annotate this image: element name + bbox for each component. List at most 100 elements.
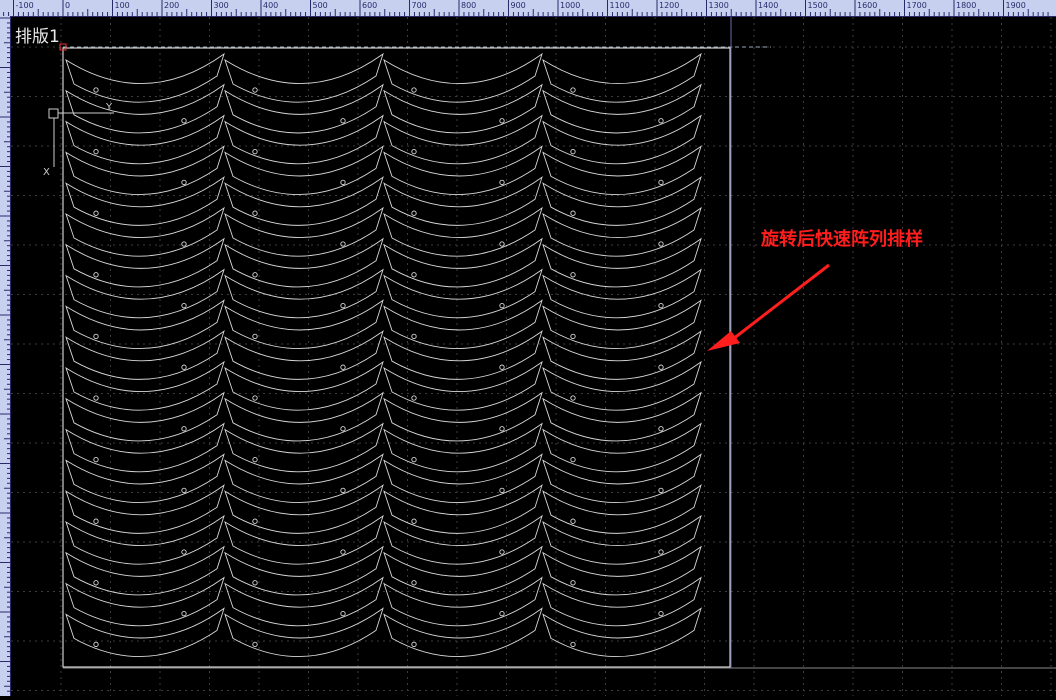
part-hole	[181, 241, 187, 247]
part-hole	[340, 487, 346, 494]
part-hole	[570, 333, 576, 340]
part-hole	[411, 210, 417, 216]
part-hole	[93, 395, 99, 401]
ruler-label: 600	[362, 1, 377, 10]
part-hole	[252, 87, 258, 93]
part-hole	[181, 610, 187, 617]
ruler-label: 1400	[758, 1, 778, 10]
part-hole	[252, 395, 258, 401]
part-hole	[658, 364, 664, 370]
part-hole	[93, 641, 99, 648]
ruler-label: 1100	[610, 1, 630, 10]
part-hole	[499, 241, 505, 247]
part-hole	[411, 395, 417, 401]
part-hole	[181, 549, 187, 555]
sheet-title: 排版1	[15, 27, 60, 47]
part-hole	[340, 302, 346, 309]
part-hole	[658, 302, 664, 309]
part-hole	[93, 333, 99, 340]
part-hole	[93, 518, 99, 524]
part-hole	[93, 580, 99, 586]
part-hole	[570, 87, 576, 93]
ruler-label: 700	[412, 1, 427, 10]
part-hole	[658, 549, 664, 555]
part-hole	[658, 426, 664, 432]
ruler-label: 800	[461, 1, 476, 10]
part-hole	[93, 148, 99, 155]
part-hole	[340, 241, 346, 247]
part-hole	[411, 87, 417, 93]
ruler-label: 1700	[907, 1, 927, 10]
part-hole	[340, 118, 346, 124]
axis-indicator: YX	[43, 102, 114, 178]
annotation-label: 旋转后快速阵列排样	[761, 229, 923, 250]
part-hole	[411, 333, 417, 340]
part-hole	[570, 641, 576, 648]
part-hole	[411, 641, 417, 648]
part-hole	[93, 272, 99, 278]
part-hole	[93, 87, 99, 93]
part-hole	[570, 580, 576, 586]
part-hole	[658, 179, 664, 186]
ruler-label: 1000	[560, 1, 580, 10]
ruler-label: 1800	[956, 1, 976, 10]
nested-part	[65, 52, 225, 103]
part-hole	[93, 210, 99, 216]
top-ruler: -100 0 100 200 300 400 500 600 700 800 900 1000 1100…	[0, 0, 1056, 17]
nested-part	[224, 52, 384, 103]
part-hole	[181, 302, 187, 309]
ruler-label: 1300	[709, 1, 729, 10]
part-hole	[658, 118, 664, 124]
ruler-label: 1500	[808, 1, 828, 10]
part-hole	[252, 272, 258, 278]
part-hole	[570, 395, 576, 401]
part-hole	[658, 241, 664, 247]
nesting-drawing[interactable]: YX	[11, 17, 1056, 696]
part-hole	[499, 364, 505, 370]
part-hole	[252, 148, 258, 155]
left-ruler	[0, 16, 11, 696]
nested-parts	[65, 52, 702, 658]
part-hole	[570, 272, 576, 278]
y-axis-label: Y	[105, 102, 113, 113]
part-hole	[411, 272, 417, 278]
background-grid	[11, 17, 1056, 696]
part-hole	[499, 487, 505, 494]
part-hole	[499, 426, 505, 432]
part-hole	[499, 610, 505, 617]
part-hole	[181, 118, 187, 124]
part-hole	[340, 426, 346, 432]
part-hole	[181, 179, 187, 186]
drawing-canvas[interactable]: YX 排版1 旋转后快速阵列排样	[11, 17, 1056, 696]
ruler-label: 500	[313, 1, 328, 10]
part-hole	[181, 487, 187, 494]
part-hole	[411, 456, 417, 463]
part-hole	[252, 580, 258, 586]
ruler-label: 1900	[1006, 1, 1026, 10]
part-hole	[570, 148, 576, 155]
part-hole	[252, 210, 258, 216]
ruler-label: 100	[115, 1, 130, 10]
part-hole	[570, 518, 576, 524]
part-hole	[252, 456, 258, 463]
part-hole	[570, 210, 576, 216]
part-hole	[252, 518, 258, 524]
part-hole	[411, 518, 417, 524]
part-hole	[93, 456, 99, 463]
nested-part	[542, 52, 702, 103]
part-hole	[411, 580, 417, 586]
ruler-label: 400	[263, 1, 278, 10]
part-hole	[340, 364, 346, 370]
part-hole	[499, 549, 505, 555]
ruler-label: 1600	[857, 1, 877, 10]
part-hole	[411, 148, 417, 155]
ruler-label: 900	[511, 1, 526, 10]
ruler-label: 0	[65, 1, 70, 10]
part-hole	[658, 610, 664, 617]
part-hole	[570, 456, 576, 463]
part-hole	[252, 333, 258, 340]
x-axis-label: X	[43, 167, 50, 178]
part-hole	[499, 118, 505, 124]
ruler-label: -100	[16, 1, 34, 10]
part-hole	[181, 426, 187, 432]
